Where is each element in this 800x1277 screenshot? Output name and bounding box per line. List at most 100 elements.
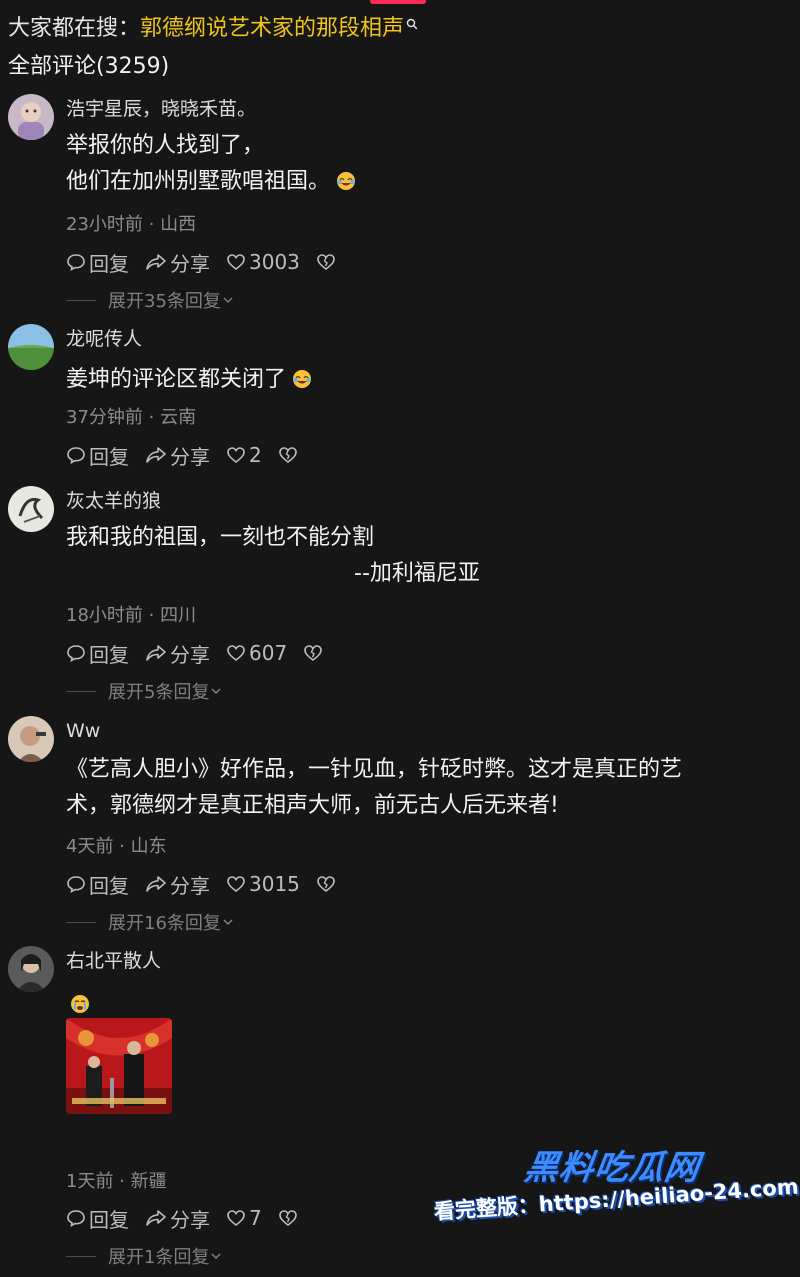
comment-actions: 回复 分享 2 [66, 441, 317, 469]
like-count: 7 [249, 1206, 262, 1230]
like-count: 607 [249, 641, 288, 665]
reply-button[interactable]: 回复 [66, 248, 129, 277]
share-icon [146, 254, 166, 270]
username[interactable]: 浩宇星辰，晓晓禾苗。 [66, 96, 256, 122]
comment-line: 姜坤的评论区都关闭了 [66, 367, 287, 392]
like-button[interactable]: 607 [226, 641, 287, 665]
dislike-button[interactable] [303, 643, 326, 663]
comment-meta: 18小时前 · 四川 [66, 605, 197, 626]
divider [66, 1255, 96, 1257]
comment-line: 举报你的人找到了， [66, 133, 265, 158]
username[interactable]: Ww [66, 718, 100, 744]
share-label: 分享 [170, 873, 210, 898]
expand-replies[interactable]: 展开16条回复 [66, 910, 235, 934]
laughing-crying-emoji-icon [293, 370, 312, 388]
search-icon[interactable] [406, 18, 418, 30]
share-button[interactable]: 分享 [145, 441, 210, 470]
avatar[interactable] [8, 94, 54, 140]
expand-replies[interactable]: 展开35条回复 [66, 288, 235, 312]
share-button[interactable]: 分享 [145, 639, 210, 668]
comment-text: 姜坤的评论区都关闭了 [66, 362, 791, 398]
comment-line: 我和我的祖国，一刻也不能分割 [66, 525, 375, 550]
username[interactable]: 龙呢传人 [66, 326, 142, 352]
share-button[interactable]: 分享 [145, 1204, 210, 1233]
share-label: 分享 [170, 1207, 210, 1232]
like-button[interactable]: 2 [226, 443, 262, 467]
comment-meta: 1天前 · 新疆 [66, 1171, 167, 1192]
reply-label: 回复 [89, 444, 129, 469]
like-button[interactable]: 3015 [226, 872, 300, 896]
comment-meta: 37分钟前 · 云南 [66, 407, 197, 428]
heart-icon [227, 447, 245, 464]
reply-icon [67, 254, 85, 272]
username[interactable]: 右北平散人 [66, 948, 161, 974]
chevron-down-icon [223, 297, 233, 304]
comment-meta: 23小时前 · 山西 [66, 214, 197, 235]
like-count: 3015 [249, 872, 300, 896]
comment-line: --加利福尼亚 [354, 561, 480, 586]
avatar[interactable] [8, 716, 54, 762]
comment-line-with-emoji: 他们在加州别墅歌唱祖国。 [66, 164, 791, 200]
avatar[interactable] [8, 946, 54, 992]
expand-replies-label: 展开5条回复 [108, 682, 210, 703]
divider [66, 921, 96, 923]
dislike-button[interactable] [278, 445, 301, 465]
comment-line: 他们在加州别墅歌唱祖国。 [66, 169, 331, 194]
share-button[interactable]: 分享 [145, 870, 210, 899]
expand-replies[interactable]: 展开1条回复 [66, 1244, 223, 1268]
watermark: 黑料吃瓜网 看完整版：https://heiliao-24.com [430, 1140, 799, 1260]
heart-icon [227, 645, 245, 662]
broken-heart-icon [278, 447, 297, 464]
username[interactable]: 灰太羊的狼 [66, 488, 161, 514]
comment-image[interactable] [66, 1018, 172, 1114]
divider [66, 299, 96, 301]
share-label: 分享 [170, 251, 210, 276]
search-query-link[interactable]: 郭德纲说艺术家的那段相声 [140, 16, 404, 41]
comment-text: 《艺高人胆小》好作品，一针见血，针砭时弊。这才是真正的艺 术，郭德纲才是真正相声… [66, 752, 791, 824]
avatar[interactable] [8, 486, 54, 532]
like-button[interactable]: 3003 [226, 250, 300, 274]
avatar[interactable] [8, 324, 54, 370]
broken-heart-icon [317, 254, 335, 271]
search-suggestion[interactable]: 大家都在搜：郭德纲说艺术家的那段相声 [8, 14, 418, 44]
top-indicator [370, 0, 426, 4]
reply-icon [67, 645, 85, 663]
heart-icon [227, 876, 245, 893]
search-prefix: 大家都在搜： [8, 16, 141, 41]
dislike-button[interactable] [278, 1208, 301, 1228]
like-count: 3003 [249, 250, 300, 274]
like-button[interactable]: 7 [226, 1206, 262, 1230]
expand-replies-label: 展开16条回复 [108, 913, 221, 934]
reply-button[interactable]: 回复 [66, 870, 129, 899]
comment-actions: 回复 分享 607 [66, 639, 342, 667]
broken-heart-icon [317, 876, 335, 893]
broken-heart-icon [304, 645, 322, 662]
reply-label: 回复 [89, 1207, 129, 1232]
share-icon [146, 1210, 166, 1226]
reply-label: 回复 [89, 251, 129, 276]
divider [66, 690, 96, 692]
reply-button[interactable]: 回复 [66, 639, 129, 668]
expand-replies-label: 展开35条回复 [108, 291, 221, 312]
dislike-button[interactable] [316, 252, 339, 272]
share-label: 分享 [170, 444, 210, 469]
comment-actions: 回复 分享 7 [66, 1204, 317, 1232]
broken-heart-icon [278, 1210, 297, 1227]
dislike-button[interactable] [316, 874, 339, 894]
share-button[interactable]: 分享 [145, 248, 210, 277]
expand-replies[interactable]: 展开5条回复 [66, 679, 223, 703]
like-count: 2 [249, 443, 262, 467]
chevron-down-icon [211, 1253, 221, 1260]
comment-meta: 4天前 · 山东 [66, 836, 167, 857]
crying-emoji-icon [71, 995, 89, 1013]
reply-label: 回复 [89, 873, 129, 898]
comment-text: 我和我的祖国，一刻也不能分割 --加利福尼亚 [66, 520, 791, 592]
comment-text: 举报你的人找到了， 他们在加州别墅歌唱祖国。 [66, 128, 791, 200]
reply-icon [67, 876, 85, 894]
reply-icon [67, 447, 85, 465]
comments-header: 全部评论(3259) [8, 54, 170, 79]
share-label: 分享 [170, 642, 210, 667]
reply-button[interactable]: 回复 [66, 441, 129, 470]
reply-button[interactable]: 回复 [66, 1204, 129, 1233]
share-icon [146, 645, 166, 661]
